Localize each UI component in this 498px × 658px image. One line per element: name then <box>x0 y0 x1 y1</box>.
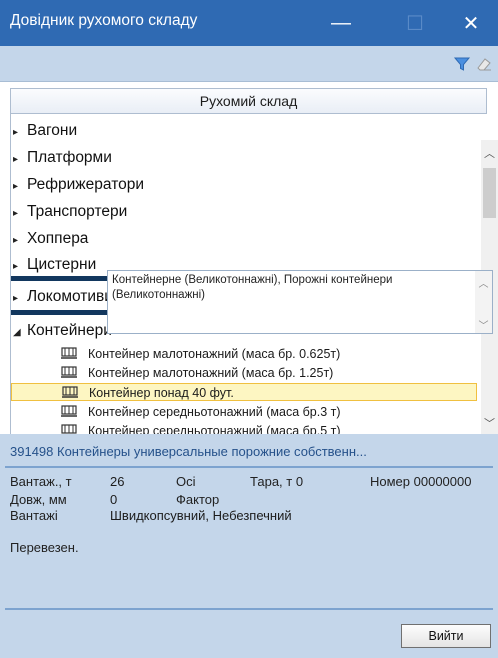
tree-group-transporters[interactable]: ▸ Транспортери <box>13 203 127 221</box>
close-button[interactable]: ✕ <box>448 0 494 46</box>
expand-arrow-icon[interactable]: ▸ <box>13 261 27 272</box>
container-icon <box>61 405 77 418</box>
tree-group-refrigerators[interactable]: ▸ Рефрижератори <box>13 176 144 194</box>
axles-label: Осі <box>176 474 196 489</box>
scroll-thumb[interactable] <box>483 168 496 218</box>
expand-arrow-icon[interactable]: ▸ <box>13 181 27 192</box>
list-item-selected[interactable]: Контейнер понад 40 фут. <box>11 383 477 401</box>
tare-label: Тара, т 0 <box>250 474 304 489</box>
expand-arrow-icon[interactable]: ▸ <box>13 235 27 246</box>
cargo-value: 26 <box>110 474 125 489</box>
details-title: 391498 Контейнеры универсальные порожние… <box>10 444 367 459</box>
scroll-up-icon[interactable]: ︿ <box>481 144 498 162</box>
expand-arrow-icon[interactable]: ▸ <box>13 154 27 165</box>
list-item[interactable]: Контейнер малотонажний (маса бр. 0.625т) <box>11 345 477 363</box>
window-title: Довідник рухомого складу <box>10 12 198 29</box>
expand-arrow-icon[interactable]: ▸ <box>13 127 27 138</box>
tree-group-containers[interactable]: ◢ Контейнери <box>13 322 112 340</box>
tree-group-wagons[interactable]: ▸ Вагони <box>13 122 77 140</box>
tree-group-hoppers[interactable]: ▸ Хоппера <box>13 230 88 248</box>
list-item[interactable]: Контейнер середньотонажний (маса бр.3 т) <box>11 403 477 421</box>
tree-group-tanks[interactable]: ▸ Цистерни <box>13 256 96 274</box>
divider <box>5 466 493 468</box>
expand-arrow-icon[interactable]: ▸ <box>13 293 27 304</box>
list-item[interactable]: Контейнер малотонажний (маса бр. 1.25т) <box>11 364 477 382</box>
maximize-button[interactable]: ☐ <box>392 0 438 46</box>
scroll-down-icon[interactable]: ﹀ <box>475 317 492 332</box>
scroll-down-icon[interactable]: ﹀ <box>481 414 498 432</box>
tree-group-platforms[interactable]: ▸ Платформи <box>13 149 112 167</box>
details-panel: 391498 Контейнеры универсальные порожние… <box>0 434 498 658</box>
container-icon <box>61 347 77 360</box>
length-value: 0 <box>110 492 118 507</box>
minimize-button[interactable]: — <box>318 0 364 46</box>
transport-textarea[interactable]: Контейнерне (Великотоннажні), Порожні ко… <box>107 270 493 334</box>
textarea-scrollbar[interactable]: ︿ ﹀ <box>475 271 492 333</box>
loads-value: Швидкопсувний, Небезпечний <box>110 508 292 523</box>
factor-label: Фактор <box>176 492 220 507</box>
column-header[interactable]: Рухомий склад <box>10 88 487 114</box>
scroll-up-icon[interactable]: ︿ <box>475 275 492 290</box>
expand-arrow-icon[interactable]: ▸ <box>13 208 27 219</box>
filter-icon[interactable] <box>452 54 472 74</box>
cargo-label: Вантаж., т <box>10 474 72 489</box>
exit-button[interactable]: Вийти <box>401 624 491 648</box>
eraser-icon[interactable] <box>474 54 494 74</box>
collapse-arrow-icon[interactable]: ◢ <box>13 327 27 338</box>
container-icon <box>62 386 78 399</box>
container-icon <box>61 424 77 434</box>
title-bar: Довідник рухомого складу — ☐ ✕ <box>0 0 498 46</box>
loads-label: Вантажі <box>10 508 58 523</box>
list-item[interactable]: Контейнер середньотонажний (маса бр.5 т) <box>11 422 477 434</box>
number-label: Номер 00000000 <box>370 474 472 489</box>
length-label: Довж, мм <box>10 492 67 507</box>
transport-value: Контейнерне (Великотоннажні), Порожні ко… <box>112 274 393 301</box>
toolbar <box>0 46 498 82</box>
container-icon <box>61 366 77 379</box>
transport-label: Перевезен. <box>10 540 79 555</box>
divider <box>5 608 493 610</box>
